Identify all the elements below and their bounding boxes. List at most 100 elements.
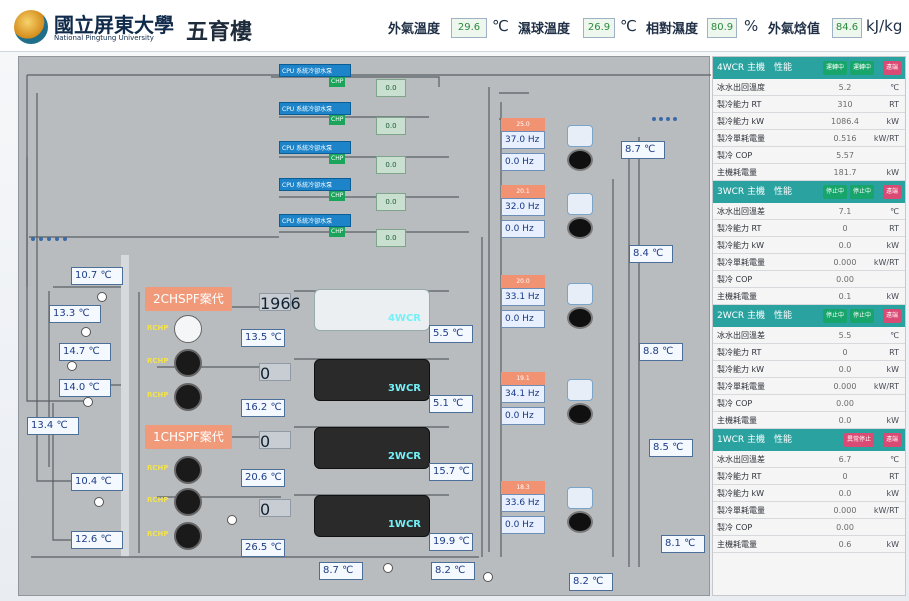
group-label[interactable]: 1CHSPF案代	[145, 425, 232, 449]
chiller-setpoint[interactable]: 1966	[259, 293, 301, 313]
metric-value: 181.7	[833, 168, 857, 177]
chiller-setpoint[interactable]: 0	[259, 363, 291, 383]
remote-button[interactable]: 遠端	[882, 433, 901, 447]
metric-value: 1086.4	[831, 117, 859, 126]
tower-reading: 0.0	[376, 117, 406, 135]
chiller-1wcr[interactable]: 1WCR	[314, 495, 430, 537]
fan-frequency[interactable]: 33.1 Hz	[501, 288, 545, 306]
alarm-button[interactable]: 異常停止	[843, 433, 874, 447]
metric-label: 製冷能力 kW	[717, 117, 765, 126]
weather-value: 29.6	[451, 18, 487, 38]
chiller-header: 4WCR 主機 性能 運轉中 運轉中 遠端	[713, 57, 905, 79]
metric-row: 製冷 COP 0.00	[713, 395, 905, 412]
pump-icon[interactable]	[174, 488, 202, 516]
metric-row: 主機耗電量 181.7 kW	[713, 164, 905, 181]
pump-label: RCHP	[147, 464, 169, 472]
fan-icon[interactable]	[567, 125, 593, 147]
status-button[interactable]: 運轉中	[849, 61, 874, 75]
fan-icon[interactable]	[567, 283, 593, 305]
metric-label: 製冷單耗電量	[717, 506, 765, 515]
fan-icon[interactable]	[567, 217, 593, 239]
pump-label: RCHP	[147, 391, 169, 399]
metric-row: 冰水出回溫度 5.2 ℃	[713, 79, 905, 96]
temp-display: 8.8 ℃	[639, 343, 683, 361]
status-button[interactable]: 運轉中	[822, 61, 847, 75]
metric-label: 製冷能力 RT	[717, 472, 762, 481]
metric-unit: RT	[889, 348, 899, 357]
fan-frequency[interactable]: 0.0 Hz	[501, 407, 545, 425]
chiller-2wcr[interactable]: 2WCR	[314, 427, 430, 469]
university-name-en: National Pingtung University	[54, 34, 154, 42]
chiller-4wcr[interactable]: 4WCR	[314, 289, 430, 331]
group-label[interactable]: 2CHSPF案代	[145, 287, 232, 311]
status-button[interactable]: 停止中	[849, 309, 874, 323]
remote-button[interactable]: 遠端	[882, 185, 901, 199]
fan-frequency[interactable]: 0.0 Hz	[501, 516, 545, 534]
fan-frequency[interactable]: 0.0 Hz	[501, 220, 545, 238]
remote-button[interactable]: 遠端	[882, 61, 901, 75]
gauge-icon	[67, 361, 77, 371]
fan-icon[interactable]	[567, 149, 593, 171]
fan-icon[interactable]	[567, 403, 593, 425]
gauge-icon	[97, 292, 107, 302]
metric-value: 0.0	[838, 416, 852, 425]
metric-label: 冰水出回溫差	[717, 455, 765, 464]
metric-row: 製冷單耗電量 0.000 kW/RT	[713, 502, 905, 519]
tower-temp-red: 19.1	[501, 372, 545, 386]
fan-icon[interactable]	[567, 487, 593, 509]
tower-tag[interactable]: CPU 系統冷卻水泵	[279, 214, 351, 227]
tower-tag[interactable]: CPU 系統冷卻水泵	[279, 141, 351, 154]
metric-label: 主機耗電量	[717, 416, 757, 425]
fan-icon[interactable]	[567, 511, 593, 533]
metric-unit: kW	[886, 241, 899, 250]
pump-icon[interactable]	[174, 383, 202, 411]
tower-tag[interactable]: CPU 系統冷卻水泵	[279, 64, 351, 77]
fan-frequency[interactable]: 0.0 Hz	[501, 153, 545, 171]
tower-temp-red: 18.3	[501, 481, 545, 495]
metric-value: 0.00	[836, 275, 854, 284]
pump-icon[interactable]	[174, 349, 202, 377]
weather-label: 相對濕度	[646, 22, 699, 37]
temp-display: 5.5 ℃	[429, 325, 473, 343]
tower-reading: 0.0	[376, 229, 406, 247]
status-button[interactable]: 停止中	[822, 309, 847, 323]
chiller-setpoint[interactable]: 0	[259, 499, 291, 519]
fan-frequency[interactable]: 0.0 Hz	[501, 310, 545, 328]
metric-unit: ℃	[890, 83, 899, 92]
metric-label: 主機耗電量	[717, 292, 757, 301]
pump-icon[interactable]	[174, 522, 202, 550]
pump-icon[interactable]	[174, 456, 202, 484]
chiller-name: 2WCR	[387, 451, 421, 462]
metric-label: 製冷能力 kW	[717, 365, 765, 374]
tower-tag[interactable]: CPU 系統冷卻水泵	[279, 102, 351, 115]
metric-row: 製冷能力 kW 1086.4 kW	[713, 113, 905, 130]
fan-frequency[interactable]: 37.0 Hz	[501, 131, 545, 149]
remote-button[interactable]: 遠端	[882, 309, 901, 323]
metric-unit: kW	[886, 489, 899, 498]
status-button[interactable]: 停止中	[822, 185, 847, 199]
metric-value: 0.1	[838, 292, 852, 301]
pump-icon[interactable]	[174, 315, 202, 343]
plant-diagram: CPU 系統冷卻水泵 CHP 0.0 CPU 系統冷卻水泵 CHP 0.0 CP…	[18, 56, 711, 596]
fan-icon[interactable]	[567, 379, 593, 401]
weather-unit: ℃	[620, 17, 637, 35]
tower-status: CHP	[329, 227, 346, 237]
temp-display: 8.7 ℃	[319, 562, 363, 580]
temp-display: 12.6 ℃	[71, 531, 123, 549]
fan-frequency[interactable]: 34.1 Hz	[501, 385, 545, 403]
chiller-3wcr[interactable]: 3WCR	[314, 359, 430, 401]
gauge-icon	[94, 497, 104, 507]
metric-value: 7.1	[838, 207, 852, 216]
metric-row: 製冷能力 RT 310 RT	[713, 96, 905, 113]
fan-icon[interactable]	[567, 307, 593, 329]
fan-frequency[interactable]: 32.0 Hz	[501, 198, 545, 216]
metric-unit: kW/RT	[873, 258, 899, 267]
fan-frequency[interactable]: 33.6 Hz	[501, 494, 545, 512]
metric-value: 5.5	[838, 331, 852, 340]
fan-icon[interactable]	[567, 193, 593, 215]
chiller-setpoint[interactable]: 0	[259, 431, 291, 451]
gauge-icon	[227, 515, 237, 525]
tower-tag[interactable]: CPU 系統冷卻水泵	[279, 178, 351, 191]
status-button[interactable]: 停止中	[849, 185, 874, 199]
metric-value: 0.00	[836, 399, 854, 408]
